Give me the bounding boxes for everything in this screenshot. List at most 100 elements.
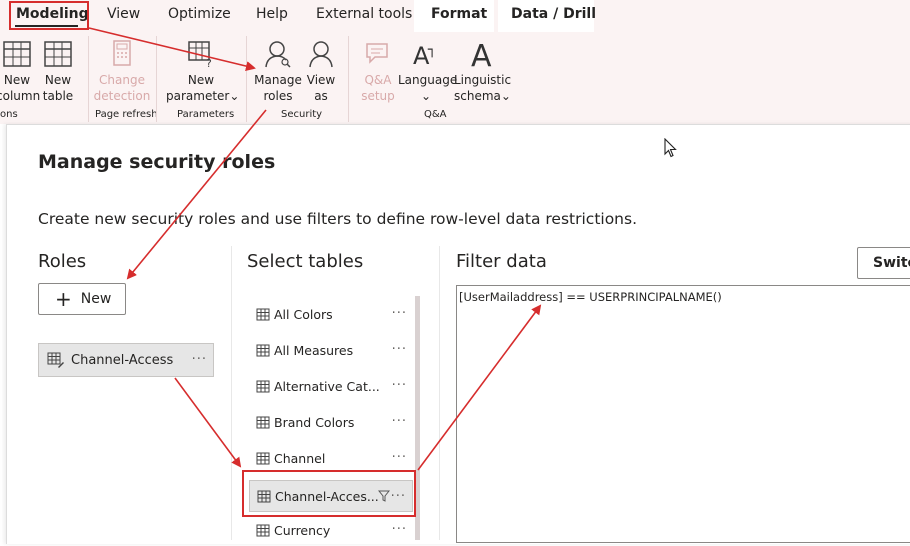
linguistic-schema-label-2: schema⌄ <box>454 88 511 104</box>
group-label-parameters: Parameters <box>177 109 235 120</box>
tab-data-drill[interactable]: Data / Drill <box>511 6 596 22</box>
manage-roles-label-2: roles <box>263 89 293 103</box>
group-label-qa: Q&A <box>424 109 447 120</box>
new-table-label-1: New <box>44 73 72 87</box>
cursor-icon <box>664 138 677 158</box>
qa-setup-button[interactable]: Q&A setup <box>358 40 398 104</box>
manage-roles-label-1: Manage <box>254 73 302 87</box>
tab-optimize[interactable]: Optimize <box>168 6 231 22</box>
linguistic-schema-label-text: schema <box>454 89 501 103</box>
table-item-label: All Measures <box>274 342 354 358</box>
group-label-security: Security <box>281 109 323 120</box>
tab-help[interactable]: Help <box>256 6 288 22</box>
column-divider <box>231 246 232 540</box>
more-options-icon[interactable]: ··· <box>392 306 407 321</box>
svg-text:A: A <box>471 40 492 68</box>
calculator-icon <box>113 40 131 66</box>
menu-bar: Modeling View Optimize Help External too… <box>0 0 910 32</box>
table-icon <box>256 380 270 392</box>
filter-expression: [UserMailaddress] == USERPRINCIPALNAME() <box>459 290 722 304</box>
change-detection-button[interactable]: Change detection <box>92 40 152 104</box>
qa-setup-label-1: Q&A <box>364 73 392 87</box>
table-item[interactable]: Currency ··· <box>249 514 413 546</box>
view-as-button[interactable]: View as <box>303 40 339 104</box>
ribbon-separator <box>246 36 247 122</box>
table-icon <box>256 452 270 464</box>
language-label: Language <box>398 73 458 87</box>
table-icon <box>256 344 270 356</box>
more-options-icon[interactable]: ··· <box>392 378 407 393</box>
new-parameter-label-1: New <box>187 73 215 87</box>
linguistic-schema-button[interactable]: A Linguistic schema⌄ <box>454 40 512 104</box>
new-role-label: New <box>80 291 112 307</box>
new-table-label-2: table <box>42 89 74 103</box>
new-parameter-label-2: parameter⌄ <box>166 88 240 104</box>
table-icon <box>3 41 31 67</box>
svg-text:?: ? <box>206 57 212 68</box>
table-item-label: All Colors <box>274 306 333 322</box>
view-as-label-1: View <box>306 73 336 87</box>
table-item[interactable]: All Colors ··· <box>249 298 413 330</box>
more-options-icon[interactable]: ··· <box>392 522 407 537</box>
view-as-icon <box>309 41 333 68</box>
tab-format[interactable]: Format <box>431 6 487 22</box>
change-detection-label-1: Change <box>99 73 145 87</box>
switch-button[interactable]: Switch <box>857 247 910 279</box>
chevron-down-icon: ⌄ <box>500 89 511 103</box>
view-as-label-2: as <box>314 89 328 103</box>
annotation-box-modeling <box>9 1 89 30</box>
annotation-box-selected-table <box>242 470 416 517</box>
select-tables-header: Select tables <box>247 251 364 272</box>
table-item[interactable]: All Measures ··· <box>249 334 413 366</box>
table-icon <box>256 524 270 536</box>
table-item-label: Alternative Cat... <box>274 378 380 394</box>
table-icon <box>44 41 72 67</box>
manage-roles-button[interactable]: Manage roles <box>253 40 303 104</box>
table-item-label: Brand Colors <box>274 414 355 430</box>
more-options-icon[interactable]: ··· <box>392 450 407 465</box>
more-options-icon[interactable]: ··· <box>392 342 407 357</box>
language-icon: A ┐ <box>413 42 436 68</box>
linguistic-schema-label-1: Linguistic <box>454 73 512 87</box>
role-icon <box>47 352 64 368</box>
dialog-description: Create new security roles and use filter… <box>38 210 638 228</box>
ribbon-separator <box>88 36 89 122</box>
new-role-button[interactable]: + New <box>38 283 126 315</box>
new-parameter-button[interactable]: ? New parameter⌄ <box>166 40 240 104</box>
new-table-button[interactable]: New table <box>40 40 76 104</box>
table-item[interactable]: Brand Colors ··· <box>249 406 413 438</box>
chevron-down-icon: ⌄ <box>229 89 240 103</box>
new-column-button[interactable]: New column <box>0 40 41 104</box>
language-button[interactable]: A ┐ Language ⌄ <box>398 40 458 104</box>
qa-icon <box>366 43 388 64</box>
dialog-title: Manage security roles <box>38 151 276 173</box>
filter-editor[interactable] <box>456 285 910 543</box>
chevron-down-icon: ⌄ <box>420 89 432 103</box>
table-item[interactable]: Alternative Cat... ··· <box>249 370 413 402</box>
table-item-label: Channel <box>274 450 326 466</box>
ribbon-separator <box>156 36 157 122</box>
column-divider <box>439 246 440 540</box>
more-options-icon[interactable]: ··· <box>392 414 407 429</box>
parameter-icon: ? <box>188 41 212 68</box>
tab-external-tools[interactable]: External tools <box>316 6 412 22</box>
role-label: Channel-Access <box>71 352 174 368</box>
ribbon-separator <box>348 36 349 122</box>
linguistic-icon: A <box>471 40 492 68</box>
manage-roles-icon <box>265 41 291 68</box>
role-item-channel-access[interactable]: Channel-Access ··· <box>38 343 214 377</box>
change-detection-label-2: detection <box>93 89 151 103</box>
qa-setup-label-2: setup <box>361 89 395 103</box>
group-label-page-refresh: Page refresh <box>95 109 158 120</box>
svg-text:┐: ┐ <box>428 42 436 58</box>
new-parameter-label-text: parameter <box>166 89 230 103</box>
more-options-icon[interactable]: ··· <box>192 352 207 367</box>
new-column-label-2: column <box>0 89 41 103</box>
tab-view[interactable]: View <box>107 6 140 22</box>
table-icon <box>256 416 270 428</box>
group-label-calculations: ons <box>0 109 18 120</box>
plus-icon: + <box>55 287 72 311</box>
roles-header: Roles <box>38 251 87 272</box>
new-column-label-1: New <box>3 73 31 87</box>
filter-data-header: Filter data <box>456 251 547 272</box>
